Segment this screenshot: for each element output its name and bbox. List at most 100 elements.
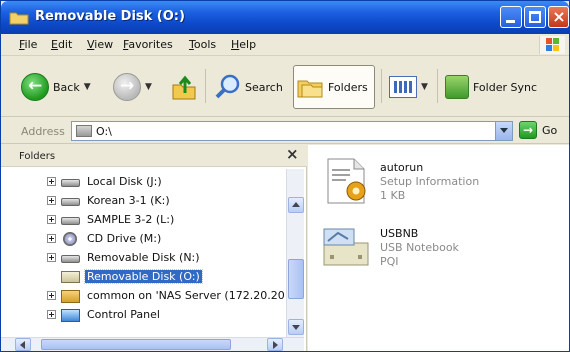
expand-icon[interactable] xyxy=(47,177,56,186)
views-icon xyxy=(389,76,417,98)
file-name: autorun xyxy=(380,161,424,174)
tree-item-label: Removable Disk (O:) xyxy=(84,269,203,284)
tree-item-cd-drive-m[interactable]: CD Drive (M:) xyxy=(1,230,285,249)
views-button[interactable]: ▼ xyxy=(389,65,428,109)
menu-help[interactable]: Help xyxy=(231,38,256,51)
drive-icon xyxy=(76,125,92,137)
tree-item-korean-k[interactable]: Korean 3-1 (K:) xyxy=(1,192,285,211)
expand-icon[interactable] xyxy=(47,291,56,300)
address-input[interactable]: O:\ xyxy=(71,121,513,141)
search-label: Search xyxy=(245,80,283,94)
expand-icon[interactable] xyxy=(47,196,56,205)
back-button[interactable]: ← Back ▼ xyxy=(21,65,91,109)
folders-icon xyxy=(297,80,323,98)
go-arrow-icon: → xyxy=(519,121,537,139)
window-title: Removable Disk (O:) xyxy=(35,9,185,24)
tree-item-label: common on 'NAS Server (172.20.20. xyxy=(87,289,285,302)
standard-toolbar: ← Back ▼ → ▼ Search Folders ▼ Folder Syn… xyxy=(1,57,569,117)
menu-view[interactable]: View xyxy=(87,38,113,51)
toolbar-separator xyxy=(205,69,206,103)
tree-item-removable-disk-o[interactable]: Removable Disk (O:) xyxy=(1,268,285,287)
address-bar: Address O:\ → Go xyxy=(1,118,569,144)
close-icon: × xyxy=(552,7,566,26)
drive-icon xyxy=(61,217,80,225)
menu-tools[interactable]: Tools xyxy=(189,38,216,51)
toolbar-separator xyxy=(381,69,382,103)
vertical-scrollbar[interactable] xyxy=(286,169,304,337)
tree-item-removable-disk-n[interactable]: Removable Disk (N:) xyxy=(1,249,285,268)
go-button[interactable]: → Go xyxy=(519,121,557,139)
tree-item-label: Removable Disk (N:) xyxy=(87,251,200,264)
folders-label: Folders xyxy=(328,80,368,94)
tree-item-label: Korean 3-1 (K:) xyxy=(87,194,170,207)
menu-bar: File Edit View Favorites Tools Help xyxy=(1,34,569,56)
windows-flag-icon xyxy=(546,38,559,51)
title-bar[interactable]: Removable Disk (O:) × xyxy=(1,1,569,34)
folder-icon xyxy=(9,12,29,25)
menu-file[interactable]: File xyxy=(19,38,37,51)
back-arrow-icon: ← xyxy=(21,73,49,101)
folder-sync-button[interactable]: Folder Sync xyxy=(445,65,537,109)
expand-icon[interactable] xyxy=(47,253,56,262)
folders-pane-header: Folders × xyxy=(1,145,307,167)
minimize-icon xyxy=(506,20,515,23)
setup-info-file-icon xyxy=(327,158,366,204)
scroll-left-icon[interactable] xyxy=(15,338,31,351)
explorer-window: Removable Disk (O:) × File Edit View Fav… xyxy=(0,0,570,352)
menu-favorites[interactable]: Favorites xyxy=(123,38,173,51)
file-item-usbnb[interactable]: USBNB USB Notebook PQI xyxy=(316,217,566,277)
up-folder-button[interactable] xyxy=(171,65,197,109)
file-type: USB Notebook xyxy=(380,241,459,254)
cd-drive-icon xyxy=(63,232,77,246)
tree-item-local-disk-j[interactable]: Local Disk (J:) xyxy=(1,173,285,192)
tree-item-label: Local Disk (J:) xyxy=(87,175,162,188)
folders-pane: Folders × Local Disk (J:) Korean 3-1 (K:… xyxy=(1,145,307,351)
control-panel-icon xyxy=(61,309,80,322)
tree-item-sample-l[interactable]: SAMPLE 3-2 (L:) xyxy=(1,211,285,230)
address-dropdown-icon[interactable] xyxy=(495,122,512,140)
usb-notebook-icon xyxy=(323,228,369,266)
menu-edit[interactable]: Edit xyxy=(51,38,72,51)
scroll-down-icon[interactable] xyxy=(288,319,304,335)
tree-item-common-nas[interactable]: common on 'NAS Server (172.20.20. xyxy=(1,287,285,306)
search-button[interactable]: Search xyxy=(215,65,283,109)
scroll-thumb[interactable] xyxy=(41,339,231,350)
maximize-button[interactable] xyxy=(524,6,546,28)
address-label: Address xyxy=(21,125,65,138)
search-icon xyxy=(215,74,240,99)
forward-button[interactable]: → ▼ xyxy=(113,65,152,109)
expand-icon[interactable] xyxy=(47,234,56,243)
expand-icon[interactable] xyxy=(47,310,56,319)
up-folder-icon xyxy=(172,75,196,100)
drive-icon xyxy=(61,198,80,206)
toolbar-separator xyxy=(437,69,438,103)
go-label: Go xyxy=(542,123,558,137)
folder-sync-icon xyxy=(445,75,469,99)
scroll-right-icon[interactable] xyxy=(267,338,283,351)
scroll-thumb[interactable] xyxy=(288,259,304,299)
scroll-up-icon[interactable] xyxy=(288,197,304,213)
address-value: O:\ xyxy=(96,125,112,138)
folders-button[interactable]: Folders xyxy=(293,65,375,109)
windows-logo xyxy=(539,36,565,54)
tree-item-label: Control Panel xyxy=(87,308,160,321)
network-share-icon xyxy=(61,290,80,303)
file-item-autorun[interactable]: autorun Setup Information 1 KB xyxy=(316,151,566,211)
forward-dropdown-icon[interactable]: ▼ xyxy=(145,82,152,92)
maximize-icon xyxy=(529,11,541,23)
tree-item-label: SAMPLE 3-2 (L:) xyxy=(87,213,175,226)
expand-icon[interactable] xyxy=(47,215,56,224)
back-dropdown-icon[interactable]: ▼ xyxy=(84,82,91,92)
minimize-button[interactable] xyxy=(500,6,522,28)
views-dropdown-icon[interactable]: ▼ xyxy=(421,82,428,92)
horizontal-scrollbar[interactable] xyxy=(1,337,304,351)
tree-item-control-panel[interactable]: Control Panel xyxy=(1,306,285,325)
folders-pane-title: Folders xyxy=(19,151,56,162)
file-company: PQI xyxy=(380,255,399,268)
tree-item-label: CD Drive (M:) xyxy=(87,232,162,245)
drive-icon xyxy=(61,255,80,263)
file-list: autorun Setup Information 1 KB USBNB USB… xyxy=(308,145,569,351)
folder-tree: Local Disk (J:) Korean 3-1 (K:) SAMPLE 3… xyxy=(1,169,285,337)
close-button[interactable]: × xyxy=(548,6,569,28)
close-icon[interactable]: × xyxy=(286,145,299,163)
